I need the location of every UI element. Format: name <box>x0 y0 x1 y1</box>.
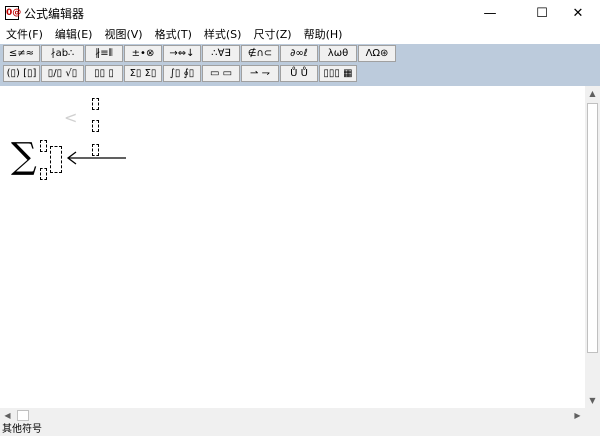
placeholder-slot[interactable] <box>92 98 99 110</box>
greek-lower-palette-button[interactable]: λωθ <box>319 45 357 62</box>
toolbar-row-templates: (▯) [▯] ▯/▯ √▯ ▯▯ ▯ Σ▯ Σ▯ ∫▯ ∮▯ ▭ ▭ ⇀ ⇁ … <box>3 65 358 84</box>
arrows-palette-button[interactable]: →⇔↓ <box>163 45 201 62</box>
symbol-toolbar: ≤≠≈ ∤ab∴ ∦≡⫴ ±•⊗ →⇔↓ ∴∀∃ ∉∩⊂ ∂∞ℓ λωθ ΛΩ⊛… <box>0 44 600 86</box>
bar-templates-button[interactable]: ▭ ▭ <box>202 65 240 82</box>
placeholder-slot[interactable] <box>92 120 99 132</box>
misc-symbols-palette-button[interactable]: ∂∞ℓ <box>280 45 318 62</box>
scroll-right-arrow-icon[interactable]: ▶ <box>570 408 585 423</box>
lower-limit-slot[interactable] <box>40 168 47 180</box>
scroll-down-arrow-icon[interactable]: ▼ <box>585 393 600 408</box>
close-button[interactable]: ✕ <box>556 0 600 26</box>
labeled-arrow-templates-button[interactable]: ⇀ ⇁ <box>241 65 279 82</box>
vertical-scrollbar[interactable]: ▲ ▼ <box>585 86 600 408</box>
window-title: 公式编辑器 <box>24 7 85 21</box>
upper-limit-slot[interactable] <box>40 140 47 152</box>
script-templates-button[interactable]: ▯▯ ▯ <box>85 65 123 82</box>
menu-format[interactable]: 格式(T) <box>149 26 198 44</box>
minimize-button[interactable]: — <box>468 0 512 26</box>
toolbar-row-symbols: ≤≠≈ ∤ab∴ ∦≡⫴ ±•⊗ →⇔↓ ∴∀∃ ∉∩⊂ ∂∞ℓ λωθ ΛΩ⊛ <box>3 45 397 64</box>
menu-view[interactable]: 视图(V) <box>98 26 148 44</box>
title-bar: 0@ 公式编辑器 — ☐ ✕ <box>0 0 600 26</box>
summation-templates-button[interactable]: Σ▯ Σ▯ <box>124 65 162 82</box>
horizontal-scrollbar[interactable]: ◀ ▶ <box>0 408 585 423</box>
operators-palette-button[interactable]: ±•⊗ <box>124 45 162 62</box>
summand-slot[interactable] <box>50 146 62 173</box>
matrix-templates-button[interactable]: ▯▯▯ ▦ <box>319 65 357 82</box>
vertical-scroll-thumb[interactable] <box>587 103 598 353</box>
menu-help[interactable]: 帮助(H) <box>298 26 349 44</box>
spaces-palette-button[interactable]: ∤ab∴ <box>41 45 84 62</box>
scroll-up-arrow-icon[interactable]: ▲ <box>585 86 600 101</box>
equation-editor-canvas[interactable]: < ∑ <box>0 86 585 408</box>
integral-templates-button[interactable]: ∫▯ ∮▯ <box>163 65 201 82</box>
horizontal-scroll-thumb[interactable] <box>17 410 29 421</box>
summation-operator: ∑ <box>11 136 37 177</box>
menu-size[interactable]: 尺寸(Z) <box>247 26 297 44</box>
status-bar: 其他符号 <box>0 423 600 436</box>
product-templates-button[interactable]: Ů Ů <box>280 65 318 82</box>
ghost-symbol: < <box>64 108 78 127</box>
relations-palette-button[interactable]: ≤≠≈ <box>3 45 40 62</box>
fraction-radical-templates-button[interactable]: ▯/▯ √▯ <box>41 65 84 82</box>
scroll-left-arrow-icon[interactable]: ◀ <box>0 408 15 423</box>
menu-file[interactable]: 文件(F) <box>0 26 49 44</box>
menu-bar: 文件(F) 编辑(E) 视图(V) 格式(T) 样式(S) 尺寸(Z) 帮助(H… <box>0 26 600 44</box>
greek-upper-palette-button[interactable]: ΛΩ⊛ <box>358 45 396 62</box>
set-theory-palette-button[interactable]: ∉∩⊂ <box>241 45 279 62</box>
scrollbar-corner <box>585 408 600 423</box>
fence-templates-button[interactable]: (▯) [▯] <box>3 65 40 82</box>
embellishments-palette-button[interactable]: ∦≡⫴ <box>85 45 123 62</box>
insertion-arrow-icon <box>66 151 126 165</box>
logic-palette-button[interactable]: ∴∀∃ <box>202 45 240 62</box>
menu-edit[interactable]: 编辑(E) <box>49 26 99 44</box>
menu-style[interactable]: 样式(S) <box>198 26 248 44</box>
app-icon: 0@ <box>5 6 22 20</box>
